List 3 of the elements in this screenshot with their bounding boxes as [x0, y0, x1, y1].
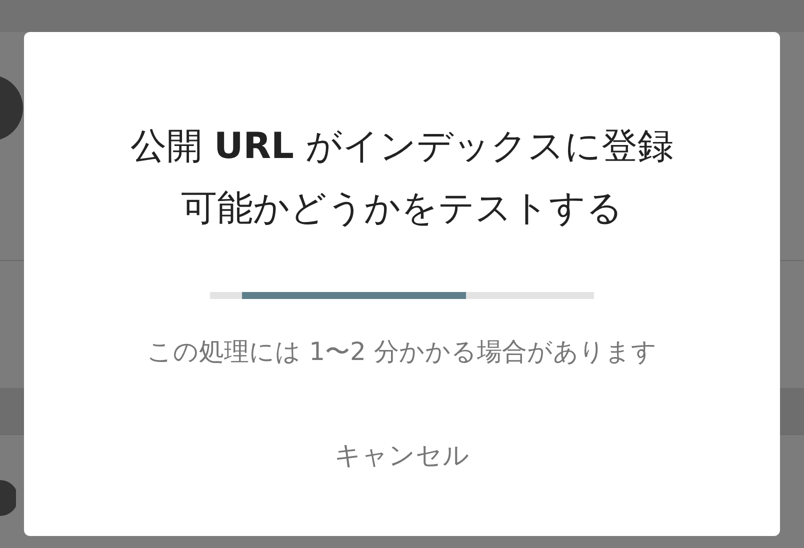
cancel-button[interactable]: キャンセル	[318, 430, 486, 481]
dialog-title: 公開 URL がインデックスに登録可能かどうかをテストする	[130, 125, 674, 231]
dialog-message: この処理には 1〜2 分かかる場合があります	[147, 336, 657, 368]
